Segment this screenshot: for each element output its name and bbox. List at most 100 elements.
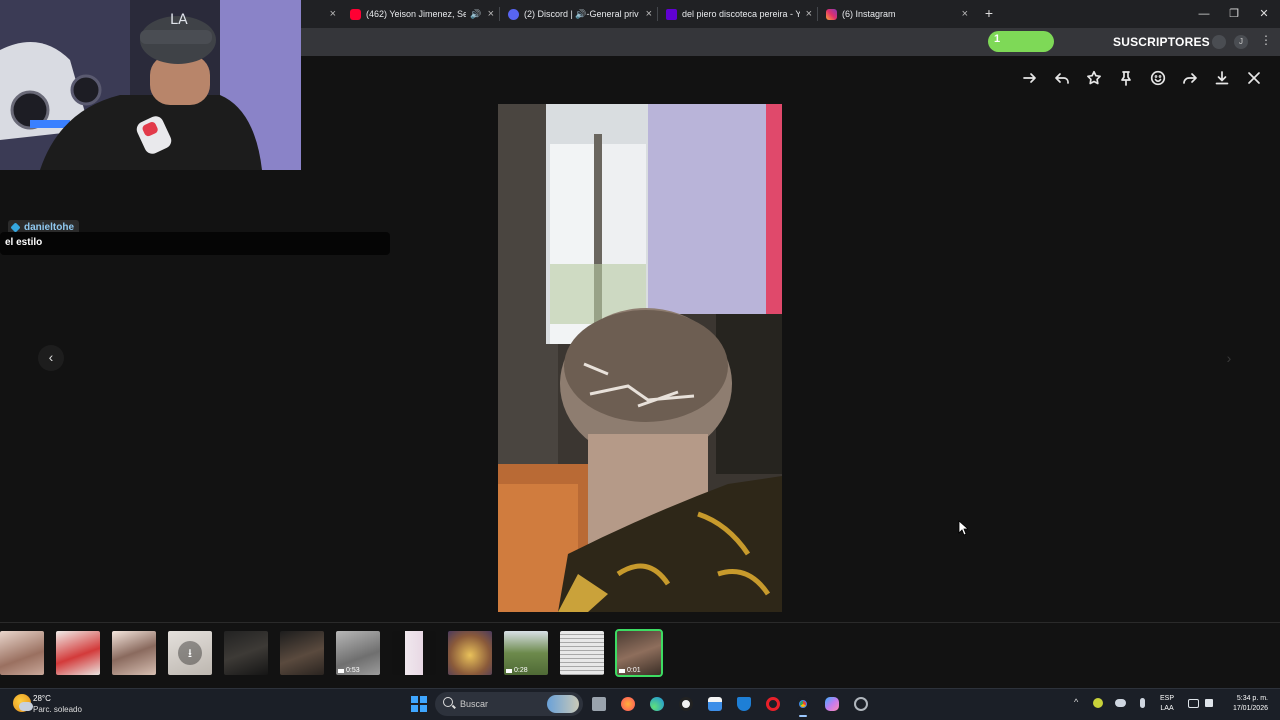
reply-icon[interactable] — [1052, 68, 1072, 88]
thumbnail[interactable] — [56, 631, 100, 675]
mouse-cursor-icon — [958, 520, 968, 536]
tab-close-icon[interactable]: × — [962, 8, 968, 20]
obs-icon[interactable] — [676, 694, 696, 714]
thumbnail[interactable]: 0:28 — [504, 631, 548, 675]
tab-close-icon[interactable]: × — [806, 8, 812, 20]
system-clock[interactable]: 5:34 p. m. 17/01/2026 — [1222, 694, 1268, 714]
svg-text:LA: LA — [170, 12, 188, 28]
thumbnail[interactable] — [0, 631, 44, 675]
webcam-overlay: LA — [0, 0, 301, 170]
copilot-icon[interactable] — [822, 694, 842, 714]
tab-instagram[interactable]: (6) Instagram × — [820, 0, 974, 28]
extension-icon[interactable] — [1212, 35, 1226, 49]
tray-app-icon[interactable] — [1090, 695, 1106, 711]
tab-title: (462) Yeison Jimenez, Sebas — [366, 9, 467, 19]
tray-cloud-icon[interactable] — [1112, 695, 1128, 711]
video-camera-icon — [338, 668, 344, 673]
restore-button[interactable]: ❐ — [1218, 0, 1250, 28]
edge-icon[interactable] — [647, 694, 667, 714]
search-highlight-image[interactable] — [547, 695, 579, 713]
thumbnail[interactable] — [392, 631, 436, 675]
new-tab-button[interactable]: + — [980, 4, 998, 22]
search-placeholder[interactable]: Buscar — [460, 699, 488, 709]
task-view-icon[interactable] — [589, 694, 609, 714]
language-code: ESP — [1160, 695, 1175, 702]
window-close-button[interactable]: ✕ — [1248, 0, 1280, 28]
forward-arrow-icon[interactable] — [1020, 68, 1040, 88]
youtube-icon — [350, 8, 361, 20]
defender-icon[interactable] — [734, 694, 754, 714]
video-duration: 0:01 — [627, 667, 641, 674]
streamer-webcam-feed: LA — [0, 0, 301, 170]
thumbnail[interactable] — [448, 631, 492, 675]
video-duration-badge: 0:53 — [338, 667, 360, 674]
instagram-icon — [826, 8, 837, 20]
tab-separator — [817, 7, 818, 21]
tab-youtube[interactable]: (462) Yeison Jimenez, Sebas 🔊 × — [344, 0, 500, 28]
thumbnail[interactable] — [112, 631, 156, 675]
pin-icon[interactable] — [1116, 68, 1136, 88]
close-icon[interactable] — [1244, 68, 1264, 88]
store-icon[interactable] — [705, 694, 725, 714]
video-duration-badge: 0:28 — [506, 667, 528, 674]
tab-title: (2) Discord | 🔊-General priv | — [524, 8, 640, 19]
video-duration: 0:53 — [346, 667, 360, 674]
media-video[interactable] — [498, 104, 782, 612]
clock-date: 17/01/2026 — [1232, 705, 1268, 712]
subscriber-label: SUSCRIPTORES — [1113, 35, 1210, 49]
thumbnail[interactable]: ⭳ — [168, 631, 212, 675]
haircut-video-frame — [498, 104, 782, 612]
opera-icon[interactable] — [763, 694, 783, 714]
tab-current[interactable]: × — [302, 0, 342, 28]
previous-media-button[interactable]: ‹ — [38, 345, 64, 371]
tab-title: (6) Instagram — [842, 9, 896, 19]
audio-playing-icon[interactable]: 🔊 — [470, 9, 481, 20]
tab-close-icon[interactable]: × — [330, 8, 336, 20]
network-icon[interactable] — [1186, 695, 1200, 711]
share-icon[interactable] — [1180, 68, 1200, 88]
settings-icon[interactable] — [851, 694, 871, 714]
video-camera-icon — [619, 668, 625, 673]
browser-menu-icon[interactable]: ⋮ — [1260, 33, 1272, 47]
tab-discord[interactable]: (2) Discord | 🔊-General priv | × — [502, 0, 658, 28]
thumbnail[interactable] — [224, 631, 268, 675]
windows-logo-icon — [411, 696, 418, 703]
tab-separator — [657, 7, 658, 21]
yahoo-icon — [666, 8, 677, 20]
tab-separator — [499, 7, 500, 21]
windows-taskbar — [0, 688, 1280, 720]
show-hidden-icons-button[interactable]: ^ — [1074, 697, 1078, 707]
keyboard-language[interactable]: ESP LAA — [1160, 694, 1174, 714]
discord-icon — [508, 8, 519, 20]
chrome-icon[interactable] — [793, 694, 813, 717]
layout-code: LAA — [1160, 705, 1174, 712]
search-icon — [443, 697, 453, 707]
microphone-icon[interactable] — [1134, 695, 1150, 711]
screen: × (462) Yeison Jimenez, Sebas 🔊 × (2) Di… — [0, 0, 1280, 720]
volume-icon[interactable] — [1202, 695, 1216, 711]
clock-time: 5:34 p. m. — [1236, 695, 1268, 702]
thumbnail[interactable] — [560, 631, 604, 675]
tab-close-icon[interactable]: × — [646, 8, 652, 20]
subscriber-count: 1 — [994, 33, 1001, 45]
weather-icon[interactable] — [13, 694, 33, 712]
firefox-icon[interactable] — [618, 694, 638, 714]
profile-avatar[interactable]: J — [1234, 35, 1248, 49]
video-duration: 0:28 — [514, 667, 528, 674]
thumbnail[interactable]: 0:53 — [336, 631, 380, 675]
thumbnail-selected[interactable]: 0:01 — [615, 629, 663, 677]
next-media-button[interactable]: › — [1218, 345, 1240, 371]
video-duration-badge: 0:01 — [619, 667, 641, 674]
tab-yahoo[interactable]: del piero discoteca pereira - Ya × — [660, 0, 818, 28]
minimize-button[interactable]: — — [1188, 0, 1220, 28]
start-button[interactable] — [411, 696, 427, 712]
download-icon[interactable] — [1212, 68, 1232, 88]
download-icon[interactable]: ⭳ — [178, 641, 202, 665]
weather-temperature[interactable]: 28°C — [33, 694, 51, 703]
weather-description[interactable]: Parc. soleado — [33, 705, 82, 714]
video-camera-icon — [506, 668, 512, 673]
emoji-icon[interactable] — [1148, 68, 1168, 88]
tab-close-icon[interactable]: × — [488, 8, 494, 20]
star-icon[interactable] — [1084, 68, 1104, 88]
thumbnail[interactable] — [280, 631, 324, 675]
